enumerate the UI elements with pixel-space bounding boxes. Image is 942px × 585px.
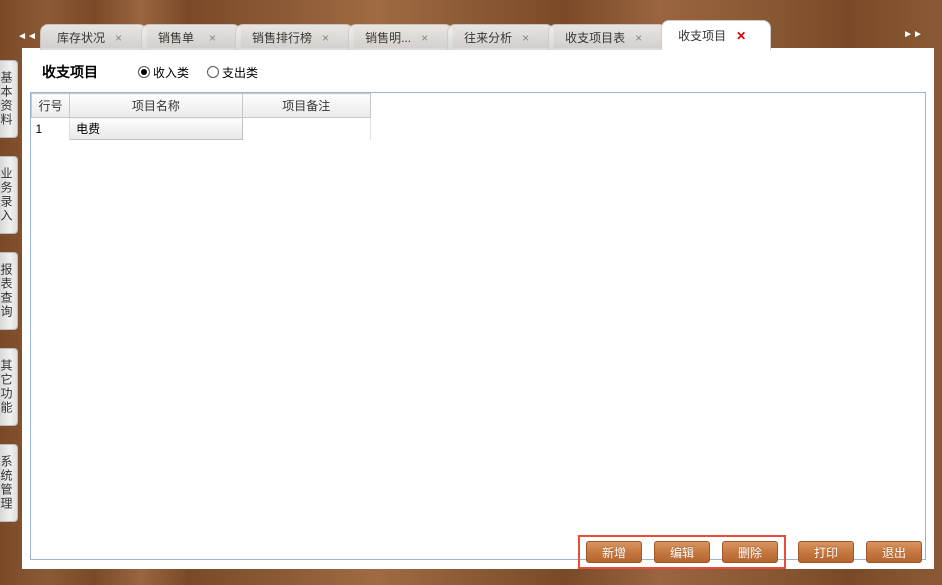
radio-expense[interactable]: 支出类 <box>207 64 258 81</box>
add-button[interactable]: 新增 <box>586 541 642 563</box>
tab-transaction-analysis[interactable]: 往来分析 × <box>447 24 554 50</box>
tab-label: 收支项目 <box>678 27 726 44</box>
radio-icon <box>207 66 219 78</box>
page-title: 收支项目 <box>42 62 98 82</box>
category-radio-group: 收入类 支出类 <box>138 64 258 81</box>
edit-button[interactable]: 编辑 <box>654 541 710 563</box>
radio-income[interactable]: 收入类 <box>138 64 189 81</box>
tab-label: 库存状况 <box>57 29 105 46</box>
print-button[interactable]: 打印 <box>798 541 854 563</box>
close-icon[interactable]: × <box>322 32 329 44</box>
col-row-number[interactable]: 行号 <box>32 94 70 118</box>
sidebar-item-basic-info[interactable]: 基本资料 <box>0 60 18 138</box>
close-icon[interactable]: × <box>421 32 428 44</box>
radio-label: 收入类 <box>153 64 189 81</box>
tab-label: 销售明... <box>365 29 411 46</box>
tab-scroll-left-icon[interactable]: ◄◄ <box>18 22 36 50</box>
tab-label: 收支项目表 <box>565 29 625 46</box>
tab-inventory[interactable]: 库存状况 × <box>40 24 147 50</box>
tab-label: 往来分析 <box>464 29 512 46</box>
items-table: 行号 项目名称 项目备注 1 电费 <box>31 93 371 140</box>
col-item-name[interactable]: 项目名称 <box>70 94 243 118</box>
tab-scroll-right-icon[interactable]: ►► <box>904 20 922 48</box>
close-icon[interactable]: × <box>635 32 642 44</box>
cell-item-name[interactable]: 电费 <box>70 118 243 140</box>
tab-sales-rank[interactable]: 销售排行榜 × <box>235 24 354 50</box>
tab-label: 销售排行榜 <box>252 29 312 46</box>
tab-bar: ◄◄ 库存状况 × 销售单 × 销售排行榜 × 销售明... × 往来分析 × … <box>18 18 882 50</box>
sidebar-item-business-entry[interactable]: 业务录入 <box>0 156 18 234</box>
table-header-row: 行号 项目名称 项目备注 <box>32 94 371 118</box>
side-nav: 基本资料 业务录入 报表查询 其它功能 系统管理 <box>0 60 18 522</box>
highlight-box: 新增 编辑 删除 <box>578 535 786 569</box>
tab-income-expense-table[interactable]: 收支项目表 × <box>548 24 667 50</box>
delete-button[interactable]: 删除 <box>722 541 778 563</box>
sidebar-item-report-query[interactable]: 报表查询 <box>0 252 18 330</box>
close-icon[interactable]: × <box>522 32 529 44</box>
cell-row-number: 1 <box>32 118 70 140</box>
footer-toolbar: 新增 编辑 删除 打印 退出 <box>572 529 928 575</box>
tab-income-expense-item[interactable]: 收支项目 ✕ <box>661 20 771 50</box>
panel-header: 收支项目 收入类 支出类 <box>22 48 934 92</box>
radio-icon <box>138 66 150 78</box>
exit-button[interactable]: 退出 <box>866 541 922 563</box>
radio-label: 支出类 <box>222 64 258 81</box>
content-panel: 收支项目 收入类 支出类 行号 项目名称 项目备注 <box>22 48 934 569</box>
close-icon[interactable]: × <box>115 32 122 44</box>
tab-label: 销售单 <box>158 29 194 46</box>
tab-sales-order[interactable]: 销售单 × <box>141 24 241 50</box>
close-icon[interactable]: × <box>209 32 216 44</box>
close-icon[interactable]: ✕ <box>736 30 746 42</box>
sidebar-item-system-mgmt[interactable]: 系统管理 <box>0 444 18 522</box>
cell-item-remark[interactable] <box>242 118 370 140</box>
table-container: 行号 项目名称 项目备注 1 电费 <box>30 92 926 560</box>
tab-sales-detail[interactable]: 销售明... × <box>348 24 453 50</box>
sidebar-item-other-func[interactable]: 其它功能 <box>0 348 18 426</box>
col-item-remark[interactable]: 项目备注 <box>242 94 370 118</box>
table-row[interactable]: 1 电费 <box>32 118 371 140</box>
